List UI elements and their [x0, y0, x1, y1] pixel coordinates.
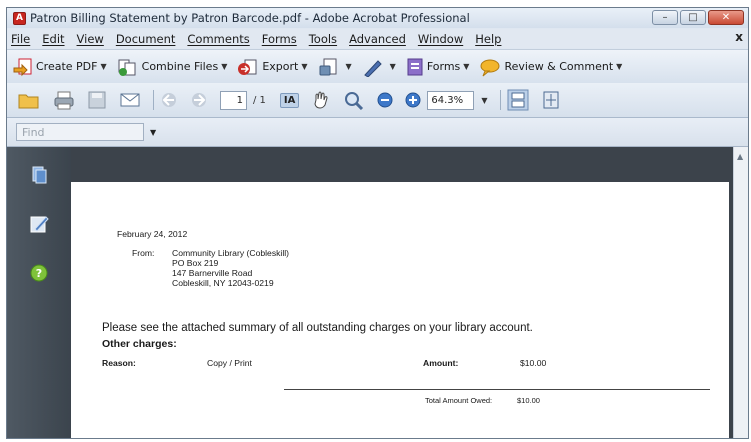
- print-icon[interactable]: [53, 90, 75, 110]
- document-area: February 24, 2012 From: Community Librar…: [71, 147, 734, 438]
- total-label: Total Amount Owed:: [425, 396, 493, 405]
- combine-files-label: Combine Files: [141, 60, 219, 73]
- menu-advanced[interactable]: Advanced: [349, 32, 406, 46]
- total-divider: [284, 389, 710, 390]
- find-input[interactable]: Find: [16, 123, 144, 141]
- amount-value: $10.00: [520, 358, 547, 368]
- menu-window[interactable]: Window: [418, 32, 463, 46]
- navigation-panel: ?: [7, 147, 71, 438]
- forms-button[interactable]: Forms ▼: [406, 57, 470, 77]
- previous-page-icon[interactable]: [160, 90, 178, 110]
- menu-help[interactable]: Help: [475, 32, 501, 46]
- open-folder-icon[interactable]: [17, 90, 41, 110]
- maximize-button[interactable]: □: [680, 10, 706, 25]
- review-comment-button[interactable]: Review & Comment ▼: [479, 57, 622, 77]
- tasks-toolbar: Create PDF ▼ Combine Files ▼ Export ▼ ▼ ▼ F…: [7, 49, 748, 84]
- chevron-down-icon: ▼: [463, 62, 470, 71]
- zoom-in-icon[interactable]: [405, 92, 421, 108]
- toolbar-divider: [153, 90, 154, 110]
- acrobat-window: A Patron Billing Statement by Patron Bar…: [6, 7, 749, 439]
- signature-icon[interactable]: [29, 214, 49, 234]
- create-pdf-label: Create PDF: [36, 60, 98, 73]
- pages-icon[interactable]: [29, 165, 49, 185]
- forms-icon: [407, 58, 423, 75]
- find-toolbar: Find ▼: [7, 118, 748, 147]
- menu-document[interactable]: Document: [116, 32, 176, 46]
- menu-tools[interactable]: Tools: [309, 32, 337, 46]
- zoom-dropdown-icon[interactable]: ▼: [481, 96, 487, 105]
- fit-page-icon[interactable]: [541, 90, 561, 110]
- svg-text:?: ?: [36, 267, 42, 280]
- page-number-input[interactable]: 1: [220, 90, 247, 110]
- scroll-up-icon[interactable]: ▲: [737, 152, 743, 161]
- acrobat-icon: A: [13, 11, 26, 25]
- marquee-zoom-icon[interactable]: [343, 90, 365, 110]
- total-value: $10.00: [517, 396, 540, 405]
- pdf-page: February 24, 2012 From: Community Librar…: [71, 182, 729, 438]
- library-address-line: 147 Barnerville Road: [172, 268, 253, 278]
- menu-bar: File Edit View Document Comments Forms T…: [7, 29, 748, 48]
- sign-button[interactable]: ▼: [362, 57, 396, 77]
- forms-label: Forms: [426, 60, 461, 73]
- close-document-icon[interactable]: x: [735, 30, 743, 44]
- chevron-down-icon: ▼: [389, 62, 396, 71]
- secure-button[interactable]: ▼: [318, 57, 352, 77]
- export-icon: [238, 59, 257, 75]
- combine-files-button[interactable]: Combine Files ▼: [117, 57, 228, 77]
- toolbar-divider: [499, 90, 501, 110]
- chevron-down-icon: ▼: [345, 62, 352, 71]
- intro-text: Please see the attached summary of all o…: [102, 322, 533, 334]
- export-label: Export: [262, 60, 299, 73]
- close-button[interactable]: ✕: [708, 10, 744, 25]
- vertical-scrollbar[interactable]: ▲: [733, 147, 748, 438]
- save-icon[interactable]: [87, 90, 107, 110]
- select-tool-button[interactable]: IA: [279, 92, 300, 108]
- next-page-icon[interactable]: [190, 90, 208, 110]
- menu-view[interactable]: View: [77, 32, 104, 46]
- amount-label: Amount:: [423, 358, 459, 368]
- chevron-down-icon: ▼: [301, 62, 308, 71]
- library-address-line: PO Box 219: [172, 258, 219, 268]
- secure-icon: [319, 58, 337, 75]
- zoom-out-icon[interactable]: [377, 92, 393, 108]
- window-title: Patron Billing Statement by Patron Barco…: [30, 11, 470, 25]
- menu-comments[interactable]: Comments: [187, 32, 249, 46]
- other-charges-heading: Other charges:: [102, 338, 177, 350]
- menu-file[interactable]: File: [11, 32, 30, 46]
- page-total: / 1: [253, 94, 266, 106]
- pen-icon: [363, 59, 382, 77]
- export-button[interactable]: Export ▼: [237, 57, 308, 77]
- reason-value: Copy / Print: [207, 358, 252, 368]
- email-icon[interactable]: [119, 90, 141, 110]
- minimize-button[interactable]: –: [652, 10, 678, 25]
- combine-files-icon: [118, 59, 136, 76]
- chevron-down-icon: ▼: [616, 62, 623, 71]
- library-name: Community Library (Cobleskill): [172, 248, 289, 258]
- title-bar: A Patron Billing Statement by Patron Bar…: [7, 8, 748, 28]
- find-options-icon[interactable]: ▼: [150, 128, 156, 137]
- menu-forms[interactable]: Forms: [262, 32, 297, 46]
- scrolling-mode-icon[interactable]: [507, 89, 529, 111]
- chevron-down-icon: ▼: [221, 62, 228, 71]
- library-address-line: Cobleskill, NY 12043-0219: [172, 278, 274, 288]
- create-pdf-icon: [13, 58, 32, 76]
- reason-label: Reason:: [102, 358, 136, 368]
- create-pdf-button[interactable]: Create PDF ▼: [13, 57, 107, 77]
- review-comment-label: Review & Comment: [504, 60, 614, 73]
- help-icon[interactable]: ?: [29, 263, 49, 283]
- chevron-down-icon: ▼: [100, 62, 107, 71]
- from-label: From:: [132, 248, 155, 258]
- hand-tool-icon[interactable]: [311, 90, 331, 110]
- statement-date: February 24, 2012: [117, 229, 188, 239]
- menu-edit[interactable]: Edit: [42, 32, 64, 46]
- review-comment-icon: [480, 59, 500, 76]
- navigation-toolbar: 1 / 1 IA 64.3% ▼: [7, 83, 748, 118]
- zoom-level-input[interactable]: 64.3%: [427, 90, 475, 110]
